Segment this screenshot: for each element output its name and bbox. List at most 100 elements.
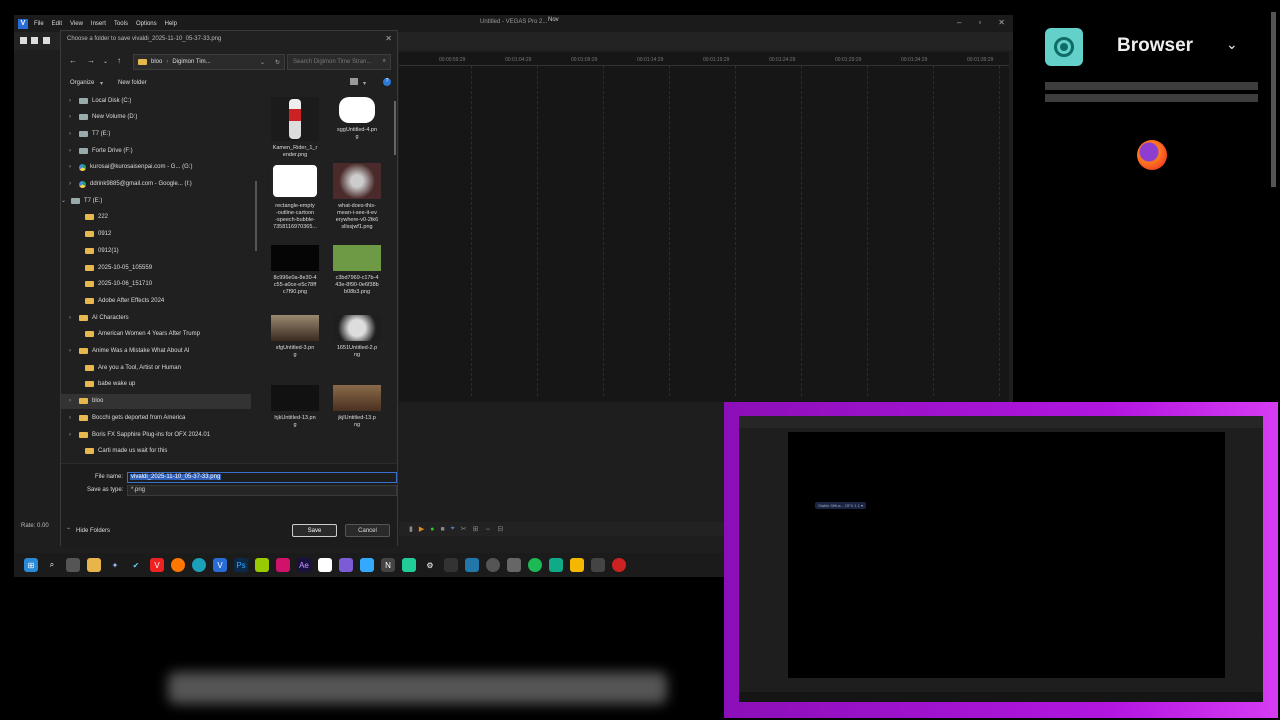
play-icon[interactable]: ● [430, 526, 434, 533]
maximize-icon[interactable]: ▫ [978, 18, 981, 27]
file-item[interactable]: rectangle-empty -outline-cartoon -speech-b… [265, 163, 325, 231]
tree-item[interactable]: › bloo [61, 393, 251, 409]
tree-item[interactable]: › Bocchi gets deported from America [61, 410, 251, 425]
app3-icon[interactable] [402, 558, 416, 572]
ripple-icon[interactable]: ⇔ [484, 526, 491, 533]
chevron-down-icon[interactable]: ⌄ [103, 58, 108, 65]
new-file-icon[interactable] [20, 37, 27, 44]
terminal-icon[interactable] [444, 558, 458, 572]
discord-icon[interactable] [339, 558, 353, 572]
tree-item[interactable]: › Local Disk (C:) [61, 93, 251, 108]
snap-icon[interactable]: ⊞ [473, 525, 479, 533]
chevron-right-icon[interactable]: › [69, 98, 75, 104]
chevron-right-icon[interactable]: › [69, 415, 75, 421]
tree-item[interactable]: ⌄ T7 (E:) [61, 193, 251, 208]
tree-item[interactable]: › T7 (E:) [61, 126, 251, 141]
premiere-icon[interactable] [276, 558, 290, 572]
tree-item[interactable]: 222 [61, 210, 251, 225]
address-bar[interactable]: bloo › Digimon Tim... ⌄ ↻ [133, 54, 285, 70]
minimize-icon[interactable]: – [957, 18, 961, 27]
obs-icon[interactable] [486, 558, 500, 572]
app-icon[interactable] [255, 558, 269, 572]
vegas-icon[interactable]: V [213, 558, 227, 572]
file-name-input[interactable]: vivaldi_2025-11-10_05-37-33.png [127, 472, 397, 483]
tree-item[interactable]: › AI Characters [61, 310, 251, 325]
start-icon[interactable]: ⊞ [24, 558, 38, 572]
close-icon[interactable]: ✕ [385, 34, 392, 43]
chevron-up-icon[interactable]: ⌃ [66, 527, 71, 534]
save-type-select[interactable]: *.png [127, 485, 397, 496]
task-view-icon[interactable] [66, 558, 80, 572]
menu-options[interactable]: Options [136, 21, 157, 27]
tree-item[interactable]: Are you a Tool, Artist or Human [61, 360, 251, 375]
new-folder-button[interactable]: New folder [118, 80, 147, 86]
search-input[interactable]: Search Digimon Time Stran... ⌕ [287, 54, 391, 70]
photoshop-icon[interactable]: Ps [234, 558, 248, 572]
tree-item[interactable]: 0912(1) [61, 243, 251, 258]
tree-item[interactable]: Adobe After Effects 2024 [61, 293, 251, 308]
open-file-icon[interactable] [31, 37, 38, 44]
app5-icon[interactable] [507, 558, 521, 572]
app9-icon[interactable] [612, 558, 626, 572]
chevron-down-icon[interactable]: ▾ [363, 80, 366, 87]
tree-item[interactable]: › Boris FX Sapphire Plug-ins for OFX 2024… [61, 427, 251, 442]
file-item[interactable]: Kamen_Rider_1_r ender.png [265, 97, 325, 159]
close-icon[interactable]: ✕ [998, 18, 1005, 27]
chevron-down-icon[interactable]: ▾ [100, 80, 103, 87]
menu-view[interactable]: View [70, 21, 83, 27]
hide-folders-button[interactable]: Hide Folders [76, 528, 110, 534]
view-icon[interactable] [350, 78, 358, 85]
lock-icon[interactable]: ⊟ [497, 525, 503, 533]
file-item[interactable]: sggUntitled-4.pn g [327, 97, 387, 141]
menu-tools[interactable]: Tools [114, 21, 128, 27]
file-item[interactable]: sfgUntitled-3.pn g [265, 315, 325, 359]
app7-icon[interactable] [570, 558, 584, 572]
organize-button[interactable]: Organize [70, 80, 94, 86]
file-item[interactable]: hjkUntitled-13.pn g [265, 385, 325, 429]
chevron-right-icon[interactable]: › [69, 181, 75, 187]
edge-icon[interactable] [192, 558, 206, 572]
app6-icon[interactable] [549, 558, 563, 572]
chevron-right-icon[interactable]: › [69, 348, 75, 354]
after-effects-icon[interactable]: Ae [297, 558, 311, 572]
menu-insert[interactable]: Insert [91, 21, 106, 27]
forward-arrow-icon[interactable]: → [87, 56, 95, 65]
tree-item[interactable]: › Forte Drive (F:) [61, 143, 251, 158]
menu-help[interactable]: Help [165, 21, 177, 27]
back-arrow-icon[interactable]: ← [69, 56, 77, 65]
breadcrumb-bloo[interactable]: bloo [151, 59, 162, 65]
capcut-icon[interactable] [318, 558, 332, 572]
notion-icon[interactable]: N [381, 558, 395, 572]
tree-item[interactable]: › kurosai@kurosaisenpai.com - G... (G:) [61, 160, 251, 175]
app4-icon[interactable] [465, 558, 479, 572]
steam-icon[interactable]: ⚙ [423, 558, 437, 572]
loop-icon[interactable]: ▮ [409, 525, 413, 533]
chevron-right-icon[interactable]: › [69, 315, 75, 321]
chevron-right-icon[interactable]: › [69, 432, 75, 438]
chevron-right-icon[interactable]: › [69, 148, 75, 154]
file-grid[interactable]: Kamen_Rider_1_r ender.png sggUntitled-4.pn… [261, 93, 397, 461]
tree-item[interactable]: 2025-10-05_105559 [61, 260, 251, 275]
tree-item[interactable]: Carti made us wait for this [61, 444, 251, 459]
file-item[interactable]: what-does-this-mean-i-see-it-ev erywhere-… [327, 163, 387, 231]
tree-item[interactable]: 2025-10-06_151710 [61, 277, 251, 292]
refresh-icon[interactable]: ↻ [275, 59, 280, 66]
file-item[interactable]: jkjlUntitled-13.p ng [327, 385, 387, 429]
file-item[interactable]: c3bd7969-c17b-4 43e-8f90-0e6f38b b08b3.png [327, 245, 387, 296]
marker-icon[interactable]: ▶ [419, 525, 424, 533]
search-icon[interactable]: ⌕ [45, 558, 59, 572]
timeline-area[interactable]: 00:00:59:29 00:01:04:29 00:01:09:29 00:0… [399, 52, 1009, 402]
browser-source-icon[interactable] [1045, 28, 1083, 66]
chevron-right-icon[interactable]: › [69, 164, 75, 170]
envelope-tool-icon[interactable]: ✂ [461, 525, 467, 533]
firefox-icon[interactable] [171, 558, 185, 572]
file-item[interactable]: 1651Untitled-2.p ng [327, 315, 387, 359]
chevron-down-icon[interactable]: ⌄ [1226, 36, 1238, 53]
tree-item[interactable]: › New Volume (D:) [61, 110, 251, 125]
chevron-right-icon[interactable]: › [69, 131, 75, 137]
tree-item[interactable]: babe wake up [61, 377, 251, 392]
chevron-down-icon[interactable]: ⌄ [260, 59, 265, 66]
overlay-scrollbar[interactable] [1271, 12, 1276, 187]
app2-icon[interactable] [360, 558, 374, 572]
explorer-icon[interactable] [87, 558, 101, 572]
